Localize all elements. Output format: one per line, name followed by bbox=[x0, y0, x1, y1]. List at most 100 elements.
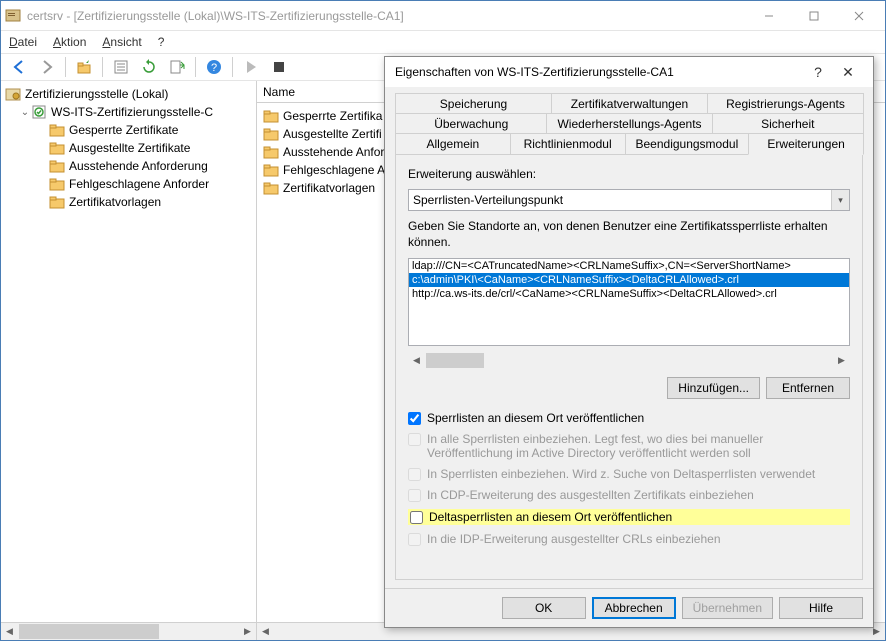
checkbox-4[interactable] bbox=[410, 511, 423, 524]
back-button[interactable] bbox=[7, 55, 31, 79]
scroll-left-button-2[interactable]: ◀ bbox=[257, 623, 274, 640]
menu-file[interactable]: Datei bbox=[9, 35, 37, 49]
listbox-scroll-thumb[interactable] bbox=[426, 353, 484, 368]
dialog-title: Eigenschaften von WS-ITS-Zertifizierungs… bbox=[395, 65, 803, 79]
add-button[interactable]: Hinzufügen... bbox=[667, 377, 760, 399]
checkbox-3 bbox=[408, 489, 421, 502]
checkbox-group: Sperrlisten an diesem Ort veröffentliche… bbox=[408, 411, 850, 546]
scroll-right-icon[interactable]: ▶ bbox=[833, 352, 850, 369]
tabstrip: SpeicherungZertifikatverwaltungenRegistr… bbox=[395, 93, 863, 154]
tree-root[interactable]: Zertifizierungsstelle (Lokal) bbox=[5, 85, 252, 103]
expander-icon[interactable]: ⌄ bbox=[19, 107, 31, 118]
forward-button[interactable] bbox=[35, 55, 59, 79]
checkbox-label: Sperrlisten an diesem Ort veröffentliche… bbox=[427, 411, 644, 425]
properties-button[interactable] bbox=[109, 55, 133, 79]
apply-button[interactable]: Übernehmen bbox=[682, 597, 773, 619]
minimize-button[interactable] bbox=[746, 2, 791, 30]
scroll-thumb[interactable] bbox=[19, 624, 159, 639]
menu-action[interactable]: Aktion bbox=[53, 35, 86, 49]
list-item-label: Fehlgeschlagene An bbox=[283, 163, 392, 177]
tree-item-label: Ausstehende Anforderung bbox=[69, 159, 208, 173]
location-item[interactable]: ldap:///CN=<CATruncatedName><CRLNameSuff… bbox=[409, 259, 849, 273]
list-item-label: Gesperrte Zertifika bbox=[283, 109, 382, 123]
checkbox-label: Deltasperrlisten an diesem Ort veröffent… bbox=[429, 510, 672, 524]
tree-item-label: Zertifikatvorlagen bbox=[69, 195, 161, 209]
locations-listbox[interactable]: ldap:///CN=<CATruncatedName><CRLNameSuff… bbox=[408, 258, 850, 346]
checkbox-label: In die IDP-Erweiterung ausgestellter CRL… bbox=[427, 532, 721, 546]
folder-icon bbox=[263, 180, 279, 196]
dialog-close-button[interactable]: ✕ bbox=[833, 64, 863, 81]
refresh-button[interactable] bbox=[137, 55, 161, 79]
tab-wiederherstellungs-agents[interactable]: Wiederherstellungs-Agents bbox=[546, 113, 712, 134]
tree-item[interactable]: Fehlgeschlagene Anforder bbox=[5, 175, 252, 193]
dialog-help-button[interactable]: ? bbox=[803, 64, 833, 80]
scroll-left-button[interactable]: ◀ bbox=[1, 623, 18, 640]
menu-file-rest: atei bbox=[18, 35, 37, 49]
folder-icon bbox=[49, 122, 65, 138]
tab-allgemein[interactable]: Allgemein bbox=[395, 133, 511, 155]
select-extension-label: Erweiterung auswählen: bbox=[408, 167, 850, 181]
list-item-label: Ausgestellte Zertifi bbox=[283, 127, 382, 141]
folder-icon bbox=[49, 194, 65, 210]
tab-beendigungsmodul[interactable]: Beendigungsmodul bbox=[625, 133, 750, 155]
tree-root-label: Zertifizierungsstelle (Lokal) bbox=[25, 87, 168, 101]
remove-button[interactable]: Entfernen bbox=[766, 377, 850, 399]
tab-panel-erweiterungen: Erweiterung auswählen: Sperrlisten-Verte… bbox=[395, 154, 863, 580]
scroll-right-button[interactable]: ▶ bbox=[239, 623, 256, 640]
stop-button[interactable] bbox=[267, 55, 291, 79]
tree-ca[interactable]: ⌄ WS-ITS-Zertifizierungsstelle-C bbox=[5, 103, 252, 121]
checkbox-0[interactable] bbox=[408, 412, 421, 425]
folder-icon bbox=[263, 108, 279, 124]
tree-ca-label: WS-ITS-Zertifizierungsstelle-C bbox=[51, 105, 213, 119]
play-button[interactable] bbox=[239, 55, 263, 79]
tab-zertifikatverwaltungen[interactable]: Zertifikatverwaltungen bbox=[551, 93, 708, 114]
svg-text:?: ? bbox=[211, 62, 217, 74]
tree-item-label: Fehlgeschlagene Anforder bbox=[69, 177, 209, 191]
tree-item[interactable]: Gesperrte Zertifikate bbox=[5, 121, 252, 139]
close-button[interactable] bbox=[836, 2, 881, 30]
folder-icon bbox=[263, 144, 279, 160]
chevron-down-icon: ▾ bbox=[831, 190, 849, 210]
location-item[interactable]: c:\admin\PKI\<CaName><CRLNameSuffix><Del… bbox=[409, 273, 849, 287]
tree-pane[interactable]: Zertifizierungsstelle (Lokal) ⌄ WS-ITS-Z… bbox=[1, 81, 257, 622]
tab--berwachung[interactable]: Überwachung bbox=[395, 113, 547, 134]
tree-item[interactable]: Ausstehende Anforderung bbox=[5, 157, 252, 175]
titlebar: certsrv - [Zertifizierungsstelle (Lokal)… bbox=[1, 1, 885, 31]
export-button[interactable] bbox=[165, 55, 189, 79]
description-text: Geben Sie Standorte an, von denen Benutz… bbox=[408, 219, 850, 250]
dialog-help-btn[interactable]: Hilfe bbox=[779, 597, 863, 619]
checkbox-2 bbox=[408, 468, 421, 481]
properties-dialog: Eigenschaften von WS-ITS-Zertifizierungs… bbox=[384, 56, 874, 628]
menu-view[interactable]: Ansicht bbox=[102, 35, 141, 49]
combobox-value: Sperrlisten-Verteilungspunkt bbox=[413, 193, 563, 207]
tree-item[interactable]: Zertifikatvorlagen bbox=[5, 193, 252, 211]
cancel-button[interactable]: Abbrechen bbox=[592, 597, 676, 619]
maximize-button[interactable] bbox=[791, 2, 836, 30]
checkbox-row-1: In alle Sperrlisten einbeziehen. Legt fe… bbox=[408, 432, 850, 460]
tree-item[interactable]: Ausgestellte Zertifikate bbox=[5, 139, 252, 157]
tab-erweiterungen[interactable]: Erweiterungen bbox=[748, 133, 864, 155]
up-button[interactable] bbox=[72, 55, 96, 79]
checkbox-row-3: In CDP-Erweiterung des ausgestellten Zer… bbox=[408, 488, 850, 502]
checkbox-row-0[interactable]: Sperrlisten an diesem Ort veröffentliche… bbox=[408, 411, 850, 425]
dialog-titlebar: Eigenschaften von WS-ITS-Zertifizierungs… bbox=[385, 57, 873, 87]
list-item-label: Zertifikatvorlagen bbox=[283, 181, 375, 195]
checkbox-5 bbox=[408, 533, 421, 546]
checkbox-1 bbox=[408, 433, 421, 446]
menubar: Datei Aktion Ansicht ? bbox=[1, 31, 885, 53]
extension-combobox[interactable]: Sperrlisten-Verteilungspunkt ▾ bbox=[408, 189, 850, 211]
tab-richtlinienmodul[interactable]: Richtlinienmodul bbox=[510, 133, 626, 155]
help-button[interactable]: ? bbox=[202, 55, 226, 79]
tree-item-label: Gesperrte Zertifikate bbox=[69, 123, 178, 137]
tab-sicherheit[interactable]: Sicherheit bbox=[712, 113, 864, 134]
menu-help[interactable]: ? bbox=[158, 35, 165, 49]
location-item[interactable]: http://ca.ws-its.de/crl/<CaName><CRLName… bbox=[409, 287, 849, 301]
ca-node-icon bbox=[31, 104, 47, 120]
app-icon bbox=[5, 8, 21, 24]
tab-speicherung[interactable]: Speicherung bbox=[395, 93, 552, 114]
checkbox-row-4[interactable]: Deltasperrlisten an diesem Ort veröffent… bbox=[408, 509, 850, 525]
tab-registrierungs-agents[interactable]: Registrierungs-Agents bbox=[707, 93, 864, 114]
ok-button[interactable]: OK bbox=[502, 597, 586, 619]
window-controls bbox=[746, 2, 881, 30]
scroll-left-icon[interactable]: ◀ bbox=[408, 352, 425, 369]
